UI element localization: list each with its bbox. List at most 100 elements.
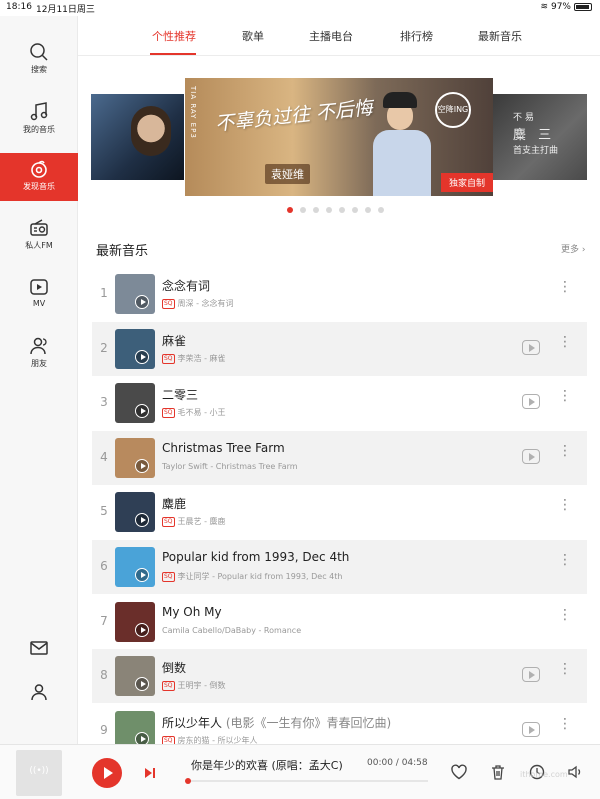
mv-icon[interactable]	[522, 722, 540, 737]
album-cover[interactable]	[115, 438, 155, 478]
song-row[interactable]: 4 Christmas Tree Farm Taylor Swift - Chris…	[92, 431, 587, 485]
tab-playlists[interactable]: 歌单	[242, 28, 264, 44]
mv-icon[interactable]	[522, 449, 540, 464]
song-artist-album: 毛不易 - 小王	[177, 408, 226, 417]
cover-play-icon[interactable]	[135, 404, 149, 418]
search-icon	[30, 43, 48, 61]
carousel-dot[interactable]	[365, 207, 371, 213]
exclusive-badge: 独家自制	[440, 173, 493, 192]
sidebar-item-fm[interactable]: 私人FM	[0, 212, 78, 260]
mv-icon[interactable]	[522, 667, 540, 682]
carousel-dot[interactable]	[378, 207, 384, 213]
carousel-dot[interactable]	[352, 207, 358, 213]
track-number: 4	[100, 450, 108, 464]
next-track-button[interactable]	[145, 767, 157, 779]
song-row[interactable]: 8 倒数 SQ 王明宇 - 倒数 ⋮	[92, 649, 587, 703]
song-artist-album: 周深 - 念念有词	[177, 299, 234, 308]
play-button[interactable]	[92, 758, 122, 788]
more-options-icon[interactable]: ⋮	[558, 444, 572, 466]
song-row[interactable]: 2 麻雀 SQ 李荣浩 - 麻雀 ⋮	[92, 322, 587, 376]
song-meta: SQ 周深 - 念念有词	[162, 298, 234, 309]
sidebar-item-my-music[interactable]: 我的音乐	[0, 96, 78, 144]
carousel-dot[interactable]	[339, 207, 345, 213]
tab-new-music[interactable]: 最新音乐	[478, 28, 522, 44]
song-row[interactable]: 5 麋鹿 SQ 王晨艺 - 麋鹿 ⋮	[92, 485, 587, 539]
track-number: 3	[100, 395, 108, 409]
song-subtitle: (电影《一生有你》青春回忆曲)	[225, 716, 392, 730]
volume-icon[interactable]	[566, 763, 584, 781]
song-row[interactable]: 6 Popular kid from 1993, Dec 4th SQ 李让同学 - …	[92, 540, 587, 594]
sidebar-item-mv[interactable]: MV	[0, 271, 78, 319]
sq-badge: SQ	[162, 407, 175, 418]
tab-radio[interactable]: 主播电台	[309, 28, 353, 44]
album-cover[interactable]	[115, 547, 155, 587]
banner-current-slide[interactable]: TIA RAY EP3 不辜负过往 不后悔 袁娅维 空降ING 独家自制	[185, 78, 493, 196]
album-cover[interactable]	[115, 656, 155, 696]
now-playing-cover[interactable]	[16, 750, 62, 796]
album-cover[interactable]	[115, 602, 155, 642]
carousel-dot[interactable]	[313, 207, 319, 213]
song-meta: SQ 王明宇 - 倒数	[162, 680, 226, 691]
more-options-icon[interactable]: ⋮	[558, 280, 572, 302]
progress-knob[interactable]	[185, 778, 191, 784]
cover-play-icon[interactable]	[135, 513, 149, 527]
banner-side-text: TIA RAY EP3	[189, 86, 197, 139]
mv-icon[interactable]	[522, 340, 540, 355]
song-title: Christmas Tree Farm	[162, 441, 285, 455]
song-row[interactable]: 3 二零三 SQ 毛不易 - 小王 ⋮	[92, 376, 587, 430]
album-cover[interactable]	[115, 383, 155, 423]
more-options-icon[interactable]: ⋮	[558, 717, 572, 739]
track-number: 6	[100, 559, 108, 573]
banner-next-line: 首支主打曲	[513, 146, 559, 156]
video-play-icon	[30, 279, 48, 295]
carousel-dot[interactable]	[326, 207, 332, 213]
song-artist-album: 李让同学 - Popular kid from 1993, Dec 4th	[177, 572, 343, 581]
more-options-icon[interactable]: ⋮	[558, 608, 572, 630]
album-cover[interactable]	[115, 492, 155, 532]
carousel-dot[interactable]	[300, 207, 306, 213]
more-options-icon[interactable]: ⋮	[558, 553, 572, 575]
more-options-icon[interactable]: ⋮	[558, 389, 572, 411]
track-number: 9	[100, 723, 108, 737]
cover-play-icon[interactable]	[135, 623, 149, 637]
song-row[interactable]: 1 念念有词 SQ 周深 - 念念有词 ⋮	[92, 267, 587, 321]
banner-next-line: 麋 三	[513, 127, 556, 143]
sidebar-item-label: 搜索	[31, 65, 47, 74]
song-title: 麻雀	[162, 332, 186, 349]
cover-play-icon[interactable]	[135, 568, 149, 582]
tab-charts[interactable]: 排行榜	[400, 28, 433, 44]
song-row[interactable]: 7 My Oh My Camila Cabello/DaBaby - Romance…	[92, 595, 587, 649]
cover-play-icon[interactable]	[135, 350, 149, 364]
more-options-icon[interactable]: ⋮	[558, 662, 572, 684]
cover-play-icon[interactable]	[135, 295, 149, 309]
song-title-text: 二零三	[162, 388, 199, 402]
sq-badge: SQ	[162, 680, 175, 691]
singer-photo	[365, 88, 439, 196]
heart-icon[interactable]	[450, 763, 468, 781]
sidebar-item-label: 我的音乐	[23, 125, 55, 134]
sidebar-item-friends[interactable]: 朋友	[0, 330, 78, 378]
sidebar-item-search[interactable]: 搜索	[0, 36, 78, 84]
sidebar-item-discover[interactable]: 发现音乐	[0, 153, 78, 201]
banner-next-line: 不 易	[513, 113, 534, 123]
mv-icon[interactable]	[522, 394, 540, 409]
more-options-icon[interactable]: ⋮	[558, 335, 572, 357]
sidebar-profile[interactable]	[0, 676, 78, 706]
tab-recommend[interactable]: 个性推荐	[152, 28, 196, 44]
cover-play-icon[interactable]	[135, 459, 149, 473]
song-meta: Taylor Swift - Christmas Tree Farm	[162, 462, 298, 471]
section-title: 最新音乐	[96, 244, 149, 259]
sidebar-mail[interactable]	[0, 632, 78, 662]
trash-icon[interactable]	[489, 763, 507, 781]
progress-bar[interactable]	[185, 778, 428, 784]
song-artist-album: 王明宇 - 倒数	[177, 681, 226, 690]
album-cover[interactable]	[115, 329, 155, 369]
album-cover[interactable]	[115, 274, 155, 314]
banner-next-slide[interactable]: 不 易 麋 三 首支主打曲	[493, 94, 587, 180]
banner-prev-slide[interactable]	[91, 94, 184, 180]
carousel-dot[interactable]	[287, 207, 293, 213]
status-time: 18:16	[6, 2, 32, 12]
cover-play-icon[interactable]	[135, 677, 149, 691]
more-options-icon[interactable]: ⋮	[558, 498, 572, 520]
more-link[interactable]: 更多 ›	[561, 242, 585, 255]
